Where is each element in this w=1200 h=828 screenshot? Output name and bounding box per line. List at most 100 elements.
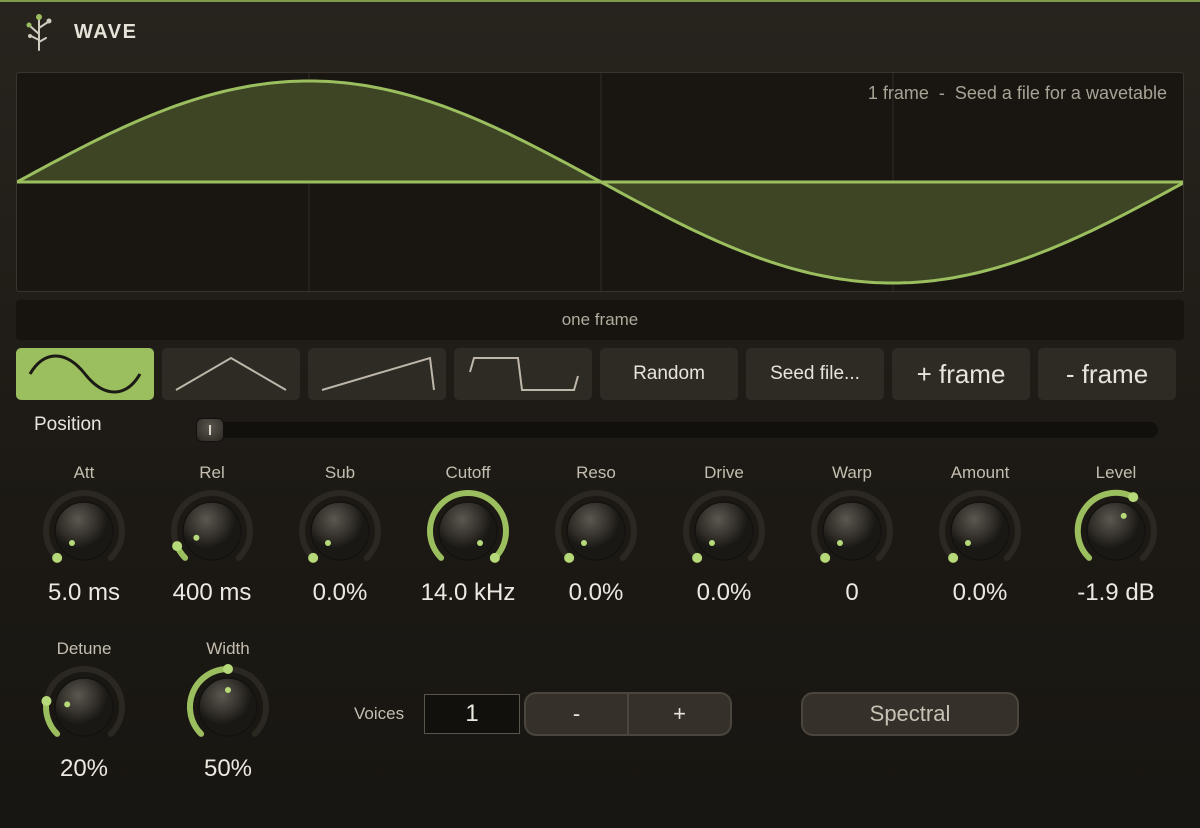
knob-level-label: Level xyxy=(1095,463,1137,482)
knob-drive-label: Drive xyxy=(704,463,744,482)
knob-value-dot xyxy=(820,552,831,563)
add-frame-button[interactable]: + frame xyxy=(892,348,1030,400)
knob-body xyxy=(950,501,1010,561)
knob-indicator xyxy=(580,540,587,547)
knob-value-dot xyxy=(564,552,575,563)
knob-drive-value: 0.0% xyxy=(696,579,752,606)
knob-att-dial[interactable] xyxy=(37,484,131,578)
knob-width-dial[interactable] xyxy=(181,660,275,754)
voices-decrement-button[interactable]: - xyxy=(526,694,629,734)
knob-amount-dial[interactable] xyxy=(933,484,1027,578)
remove-frame-button-label: - frame xyxy=(1065,358,1149,389)
knob-reso-dial[interactable] xyxy=(549,484,643,578)
knob-rel-dial[interactable] xyxy=(165,484,259,578)
frame-bar-label: one frame xyxy=(561,310,639,329)
knob-detune: Detune 20% xyxy=(24,638,144,784)
knob-warp-label: Warp xyxy=(832,463,872,482)
knob-rel: Rel 400 ms xyxy=(152,462,272,608)
knob-level-dial[interactable] xyxy=(1069,484,1163,578)
knob-value-dot xyxy=(692,552,703,563)
voices-value-field[interactable]: 1 xyxy=(424,694,520,734)
knob-detune-value: 20% xyxy=(59,755,109,782)
knob-rel-label: Rel xyxy=(199,463,225,482)
square-wave-icon xyxy=(469,357,579,391)
knob-att-value: 5.0 ms xyxy=(47,579,121,606)
knob-cutoff-label: Cutoff xyxy=(445,463,491,482)
knob-width-label: Width xyxy=(206,639,250,658)
knob-warp-value: 0 xyxy=(845,579,859,606)
knob-sub-dial[interactable] xyxy=(293,484,387,578)
knob-drive-dial[interactable] xyxy=(677,484,771,578)
seed-file-button[interactable]: Seed file... xyxy=(746,348,884,400)
knob-warp: Warp 0 xyxy=(792,462,912,608)
knob-warp-dial[interactable] xyxy=(805,484,899,578)
knob-body xyxy=(822,501,882,561)
position-slider-track[interactable] xyxy=(200,422,1158,438)
seed-file-button-label: Seed file... xyxy=(770,363,860,384)
knob-level: Level -1.9 dB xyxy=(1056,462,1176,608)
spectral-button[interactable]: Spectral xyxy=(801,692,1019,736)
knob-amount-value: 0.0% xyxy=(952,579,1008,606)
triangle-shape-button[interactable] xyxy=(162,348,300,400)
knob-indicator xyxy=(964,540,971,547)
random-button[interactable]: Random xyxy=(600,348,738,400)
knob-reso-label: Reso xyxy=(576,463,616,482)
knob-value-dot xyxy=(172,541,183,552)
knob-cutoff-value: 14.0 kHz xyxy=(420,579,516,606)
square-shape-button[interactable] xyxy=(454,348,592,400)
knob-indicator xyxy=(193,534,200,541)
knob-body xyxy=(54,677,114,737)
knob-amount-label: Amount xyxy=(950,463,1010,482)
knob-att-label: Att xyxy=(73,463,95,482)
knob-width-value: 50% xyxy=(203,755,253,782)
knob-att: Att 5.0 ms xyxy=(24,462,144,608)
knob-indicator xyxy=(708,540,715,547)
knob-indicator xyxy=(225,687,231,693)
knob-width: Width 50% xyxy=(168,638,288,784)
knob-sub-value: 0.0% xyxy=(312,579,368,606)
knob-indicator xyxy=(68,540,75,547)
knob-cutoff-dial[interactable] xyxy=(421,484,515,578)
voices-increment-button[interactable]: + xyxy=(629,694,730,734)
knob-drive: Drive 0.0% xyxy=(664,462,784,608)
header: WAVE xyxy=(20,10,137,54)
voices-stepper: - + xyxy=(524,692,732,736)
position-slider-thumb[interactable] xyxy=(196,418,224,442)
knob-value-dot xyxy=(1128,492,1139,503)
knob-cutoff: Cutoff 14.0 kHz xyxy=(408,462,528,608)
random-button-label: Random xyxy=(633,363,705,384)
knob-body xyxy=(694,501,754,561)
knob-body xyxy=(54,501,114,561)
sine-wave-icon xyxy=(28,354,142,394)
wave-info-text: 1 frame - Seed a file for a wavetable xyxy=(867,83,1167,103)
position-label: Position xyxy=(34,414,102,435)
knob-amount: Amount 0.0% xyxy=(920,462,1040,608)
knob-indicator xyxy=(836,540,843,547)
waveform-display: 1 frame - Seed a file for a wavetable xyxy=(16,72,1184,292)
frame-bar[interactable]: one frame xyxy=(16,300,1184,340)
knob-body xyxy=(198,677,258,737)
sine-shape-button[interactable] xyxy=(16,348,154,400)
plant-sprout-icon xyxy=(26,14,52,51)
knob-value-dot xyxy=(948,552,959,563)
voices-value: 1 xyxy=(465,700,479,727)
knob-value-dot xyxy=(489,552,500,563)
remove-frame-button[interactable]: - frame xyxy=(1038,348,1176,400)
add-frame-button-label: + frame xyxy=(916,358,1006,389)
knob-value-dot xyxy=(308,552,319,563)
knob-body xyxy=(310,501,370,561)
top-accent-line xyxy=(0,0,1200,2)
knob-value-dot xyxy=(41,696,52,707)
knob-indicator xyxy=(324,540,331,547)
triangle-wave-icon xyxy=(175,356,287,391)
saw-shape-button[interactable] xyxy=(308,348,446,400)
knob-value-dot xyxy=(52,552,63,563)
knob-detune-dial[interactable] xyxy=(37,660,131,754)
knob-body xyxy=(182,501,242,561)
shape-button-row: Random Seed file... + frame - frame xyxy=(16,348,1184,400)
knob-detune-label: Detune xyxy=(56,639,112,658)
spectral-button-label: Spectral xyxy=(869,701,951,726)
knob-indicator xyxy=(64,701,71,708)
knob-body xyxy=(438,501,498,561)
knob-body xyxy=(566,501,626,561)
